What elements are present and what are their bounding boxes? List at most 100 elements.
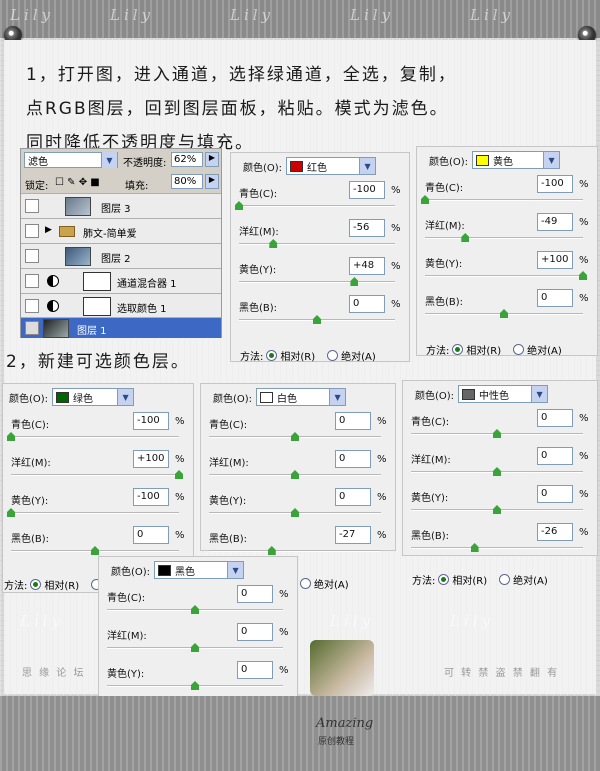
absolute-radio[interactable] xyxy=(327,350,339,361)
absolute-label[interactable]: 绝对(A) xyxy=(527,342,562,357)
slider-track[interactable] xyxy=(239,315,395,324)
slider-thumb-icon[interactable] xyxy=(493,429,501,438)
relative-label[interactable]: 相对(R) xyxy=(466,342,501,357)
slider-thumb-icon[interactable] xyxy=(91,546,99,555)
slider-value-input[interactable]: 0 xyxy=(237,585,273,603)
layer-row[interactable]: 通道混合器 1 xyxy=(21,268,221,293)
slider-thumb-icon[interactable] xyxy=(579,271,587,280)
absolute-label[interactable]: 绝对(A) xyxy=(314,576,349,591)
slider-thumb-icon[interactable] xyxy=(7,508,15,517)
absolute-radio[interactable] xyxy=(300,578,311,589)
slider-thumb-icon[interactable] xyxy=(350,277,359,286)
color-select[interactable]: 红色 ▼ xyxy=(286,157,377,175)
slider-track[interactable] xyxy=(239,239,395,248)
opacity-arrow-icon[interactable]: ▶ xyxy=(205,152,219,167)
slider-value-input[interactable]: 0 xyxy=(133,526,169,544)
slider-thumb-icon[interactable] xyxy=(7,432,15,441)
slider-track[interactable] xyxy=(421,195,583,204)
slider-track[interactable] xyxy=(7,508,179,517)
relative-radio[interactable] xyxy=(452,344,464,355)
opacity-input[interactable]: 62% xyxy=(171,152,203,167)
slider-thumb-icon[interactable] xyxy=(493,505,501,514)
fill-arrow-icon[interactable]: ▶ xyxy=(205,174,219,189)
layer-row[interactable]: 选取颜色 1 xyxy=(21,293,221,318)
slider-thumb-icon[interactable] xyxy=(291,508,299,517)
slider-value-input[interactable]: +48 xyxy=(349,257,385,275)
color-select[interactable]: 绿色 ▼ xyxy=(52,388,135,406)
absolute-label[interactable]: 绝对(A) xyxy=(513,572,548,587)
blend-mode-select[interactable]: 滤色 ▼ xyxy=(24,152,118,168)
slider-thumb-icon[interactable] xyxy=(291,432,299,441)
slider-value-input[interactable]: -100 xyxy=(349,181,385,199)
slider-track[interactable] xyxy=(107,643,283,652)
slider-track[interactable] xyxy=(209,432,381,441)
slider-track[interactable] xyxy=(11,546,179,555)
slider-track[interactable] xyxy=(107,681,283,690)
relative-radio[interactable] xyxy=(30,579,42,590)
slider-thumb-icon[interactable] xyxy=(493,467,501,476)
slider-track[interactable] xyxy=(425,233,583,242)
slider-thumb-icon[interactable] xyxy=(175,470,183,479)
slider-value-input[interactable]: +100 xyxy=(133,450,169,468)
slider-track[interactable] xyxy=(235,201,395,210)
slider-value-input[interactable]: -100 xyxy=(537,175,573,193)
slider-value-input[interactable]: 0 xyxy=(537,485,573,503)
slider-value-input[interactable]: -27 xyxy=(335,526,371,544)
slider-thumb-icon[interactable] xyxy=(421,195,429,204)
relative-radio[interactable] xyxy=(266,350,278,361)
slider-track[interactable] xyxy=(7,432,179,441)
relative-label[interactable]: 相对(R) xyxy=(280,348,315,363)
slider-thumb-icon[interactable] xyxy=(191,605,199,614)
absolute-label[interactable]: 绝对(A) xyxy=(341,348,376,363)
slider-value-input[interactable]: 0 xyxy=(335,412,371,430)
slider-track[interactable] xyxy=(425,309,583,318)
relative-radio[interactable] xyxy=(438,574,450,585)
relative-label[interactable]: 相对(R) xyxy=(452,572,487,587)
slider-value-input[interactable]: 0 xyxy=(237,623,273,641)
slider-track[interactable] xyxy=(209,508,381,517)
slider-value-input[interactable]: +100 xyxy=(537,251,573,269)
slider-track[interactable] xyxy=(411,543,583,552)
slider-thumb-icon[interactable] xyxy=(191,643,199,652)
slider-track[interactable] xyxy=(209,470,381,479)
lock-icons[interactable]: ☐ ✎ ✥ ■ xyxy=(55,177,100,188)
slider-thumb-icon[interactable] xyxy=(470,543,479,552)
slider-value-input[interactable]: 0 xyxy=(349,295,385,313)
slider-track[interactable] xyxy=(411,505,583,514)
slider-value-input[interactable]: -26 xyxy=(537,523,573,541)
expand-arrow-icon[interactable]: ▶ xyxy=(45,225,52,235)
slider-thumb-icon[interactable] xyxy=(500,309,508,318)
color-select[interactable]: 白色 ▼ xyxy=(256,388,347,406)
visibility-toggle[interactable] xyxy=(25,199,39,213)
slider-value-input[interactable]: 0 xyxy=(335,450,371,468)
absolute-radio[interactable] xyxy=(499,574,511,585)
color-select[interactable]: 黄色 ▼ xyxy=(472,151,561,169)
relative-label[interactable]: 相对(R) xyxy=(44,577,79,592)
slider-value-input[interactable]: 0 xyxy=(537,409,573,427)
color-select[interactable]: 黑色 ▼ xyxy=(154,561,245,579)
slider-thumb-icon[interactable] xyxy=(235,201,243,210)
fill-input[interactable]: 80% xyxy=(171,174,203,189)
layer-row[interactable]: 图层 3 xyxy=(21,193,221,218)
slider-value-input[interactable]: 0 xyxy=(537,289,573,307)
visibility-toggle[interactable] xyxy=(25,224,39,238)
slider-value-input[interactable]: 0 xyxy=(537,447,573,465)
visibility-toggle[interactable] xyxy=(25,299,39,313)
absolute-radio[interactable] xyxy=(513,344,525,355)
layer-row[interactable]: 图层 2 xyxy=(21,243,221,268)
slider-value-input[interactable]: -56 xyxy=(349,219,385,237)
slider-value-input[interactable]: 0 xyxy=(237,661,273,679)
slider-track[interactable] xyxy=(11,470,183,479)
visibility-toggle[interactable] xyxy=(25,249,39,263)
slider-thumb-icon[interactable] xyxy=(269,239,278,248)
slider-track[interactable] xyxy=(107,605,283,614)
layer-row-selected[interactable]: 图层 1 xyxy=(21,317,221,338)
slider-value-input[interactable]: -49 xyxy=(537,213,573,231)
slider-thumb-icon[interactable] xyxy=(191,681,199,690)
slider-value-input[interactable]: 0 xyxy=(335,488,371,506)
slider-value-input[interactable]: -100 xyxy=(133,412,169,430)
layer-row[interactable]: ▶ 肺文-简单爱 xyxy=(21,218,221,243)
slider-track[interactable] xyxy=(209,546,381,555)
slider-thumb-icon[interactable] xyxy=(461,233,470,242)
slider-thumb-icon[interactable] xyxy=(313,315,321,324)
